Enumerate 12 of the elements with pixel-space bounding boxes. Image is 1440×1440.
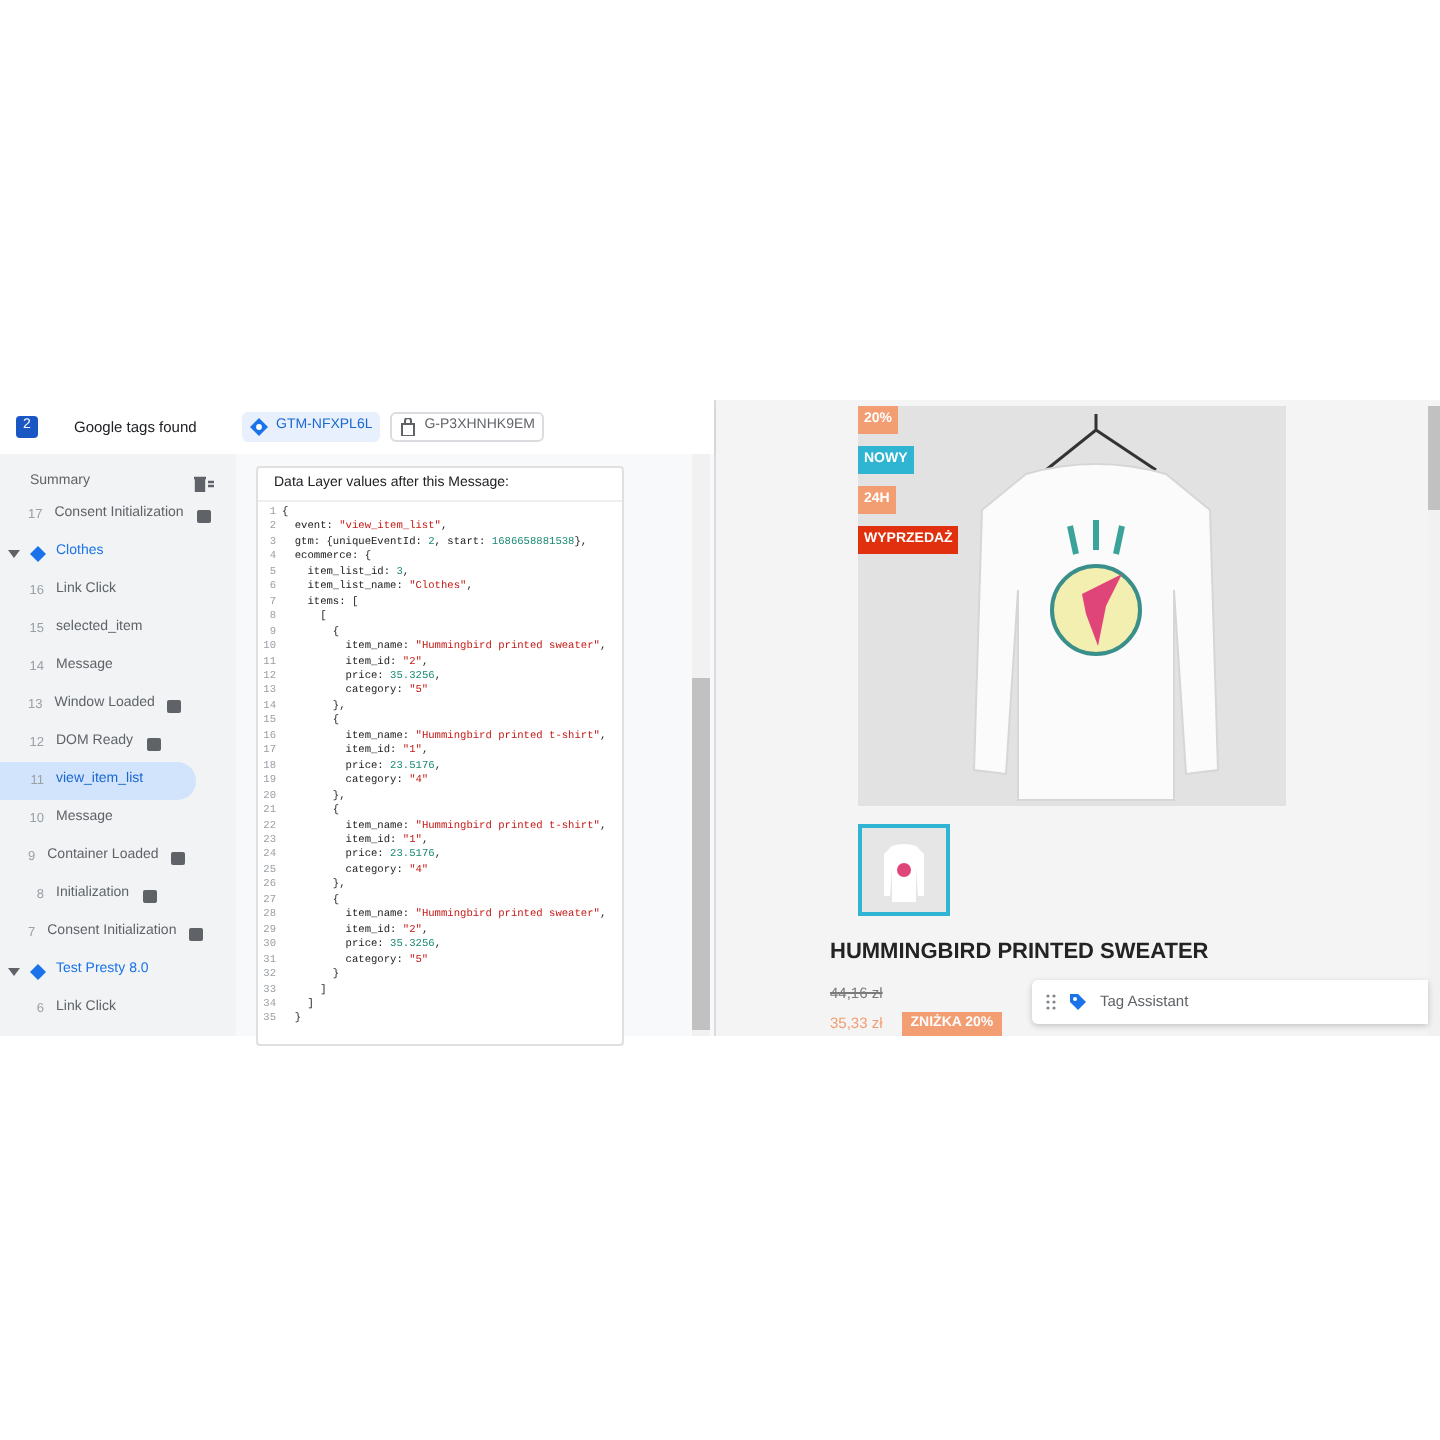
drag-handle-icon[interactable] (1046, 994, 1056, 1010)
clear-icon[interactable] (194, 475, 214, 491)
diamond-tag-icon (250, 418, 268, 436)
thumbnail[interactable] (858, 824, 950, 917)
scrollbar[interactable] (692, 454, 710, 1036)
caret-icon (8, 547, 20, 559)
tag-icon (1068, 992, 1088, 1012)
bag-icon (400, 418, 417, 436)
diamond-icon (30, 545, 46, 561)
product-title: HUMMINGBIRD PRINTED SWEATER (830, 938, 1211, 969)
caret-icon (8, 965, 20, 977)
diamond-icon (30, 963, 46, 979)
